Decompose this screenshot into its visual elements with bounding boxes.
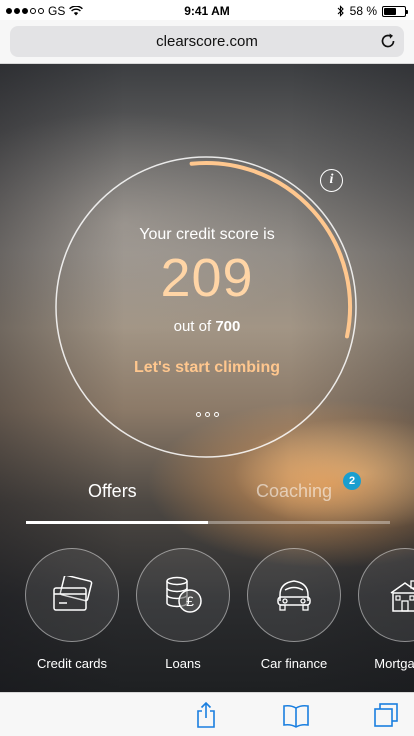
- battery-percent: 58 %: [349, 4, 377, 18]
- score-out-of: out of 700: [0, 318, 414, 335]
- score-max: 700: [215, 318, 241, 335]
- svg-text:£: £: [186, 593, 194, 609]
- credit-card-icon: [53, 576, 93, 611]
- bluetooth-icon: [337, 5, 344, 17]
- browser-toolbar: [0, 692, 414, 736]
- status-bar: GS 9:41 AM 58 %: [0, 0, 414, 20]
- category-loans[interactable]: £ Loans: [136, 548, 230, 671]
- coaching-badge: 2: [343, 472, 361, 490]
- score-value: 209: [160, 248, 254, 308]
- category-credit-cards[interactable]: Credit cards: [25, 548, 119, 671]
- out-of-prefix: out of: [173, 318, 212, 335]
- category-circle: [358, 548, 414, 642]
- category-label: Credit cards: [36, 656, 108, 671]
- score-label: Your credit score is: [139, 226, 275, 243]
- category-circle: £: [136, 548, 230, 642]
- category-label: Mortgages: [374, 656, 414, 671]
- info-icon[interactable]: i: [320, 169, 343, 192]
- url-text: clearscore.com: [156, 33, 258, 50]
- bookmarks-icon[interactable]: [282, 701, 310, 729]
- tab-coaching[interactable]: Coaching: [256, 481, 332, 502]
- score-cta[interactable]: Let's start climbing: [0, 359, 414, 377]
- car-icon: [277, 580, 311, 611]
- pager-dots[interactable]: [0, 404, 414, 422]
- status-right: 58 %: [337, 4, 408, 18]
- category-car-finance[interactable]: Car finance: [247, 548, 341, 671]
- tabs-icon[interactable]: [372, 701, 400, 729]
- browser-address-area: clearscore.com: [0, 20, 414, 64]
- pound-coins-icon: £: [166, 576, 202, 613]
- category-label: Car finance: [260, 656, 328, 671]
- address-bar[interactable]: clearscore.com: [10, 26, 404, 57]
- battery-icon: [382, 5, 408, 17]
- reload-icon[interactable]: [378, 31, 398, 51]
- category-circle: [247, 548, 341, 642]
- category-label: Loans: [165, 656, 201, 671]
- house-icon: [390, 580, 414, 612]
- tab-indicator: [26, 521, 208, 524]
- score-hero: i Your credit score is 209 out of 700 Le…: [0, 64, 414, 692]
- category-circle: [25, 548, 119, 642]
- tab-offers[interactable]: Offers: [88, 481, 137, 502]
- share-icon[interactable]: [192, 701, 220, 729]
- category-mortgages[interactable]: Mortgages: [358, 548, 414, 671]
